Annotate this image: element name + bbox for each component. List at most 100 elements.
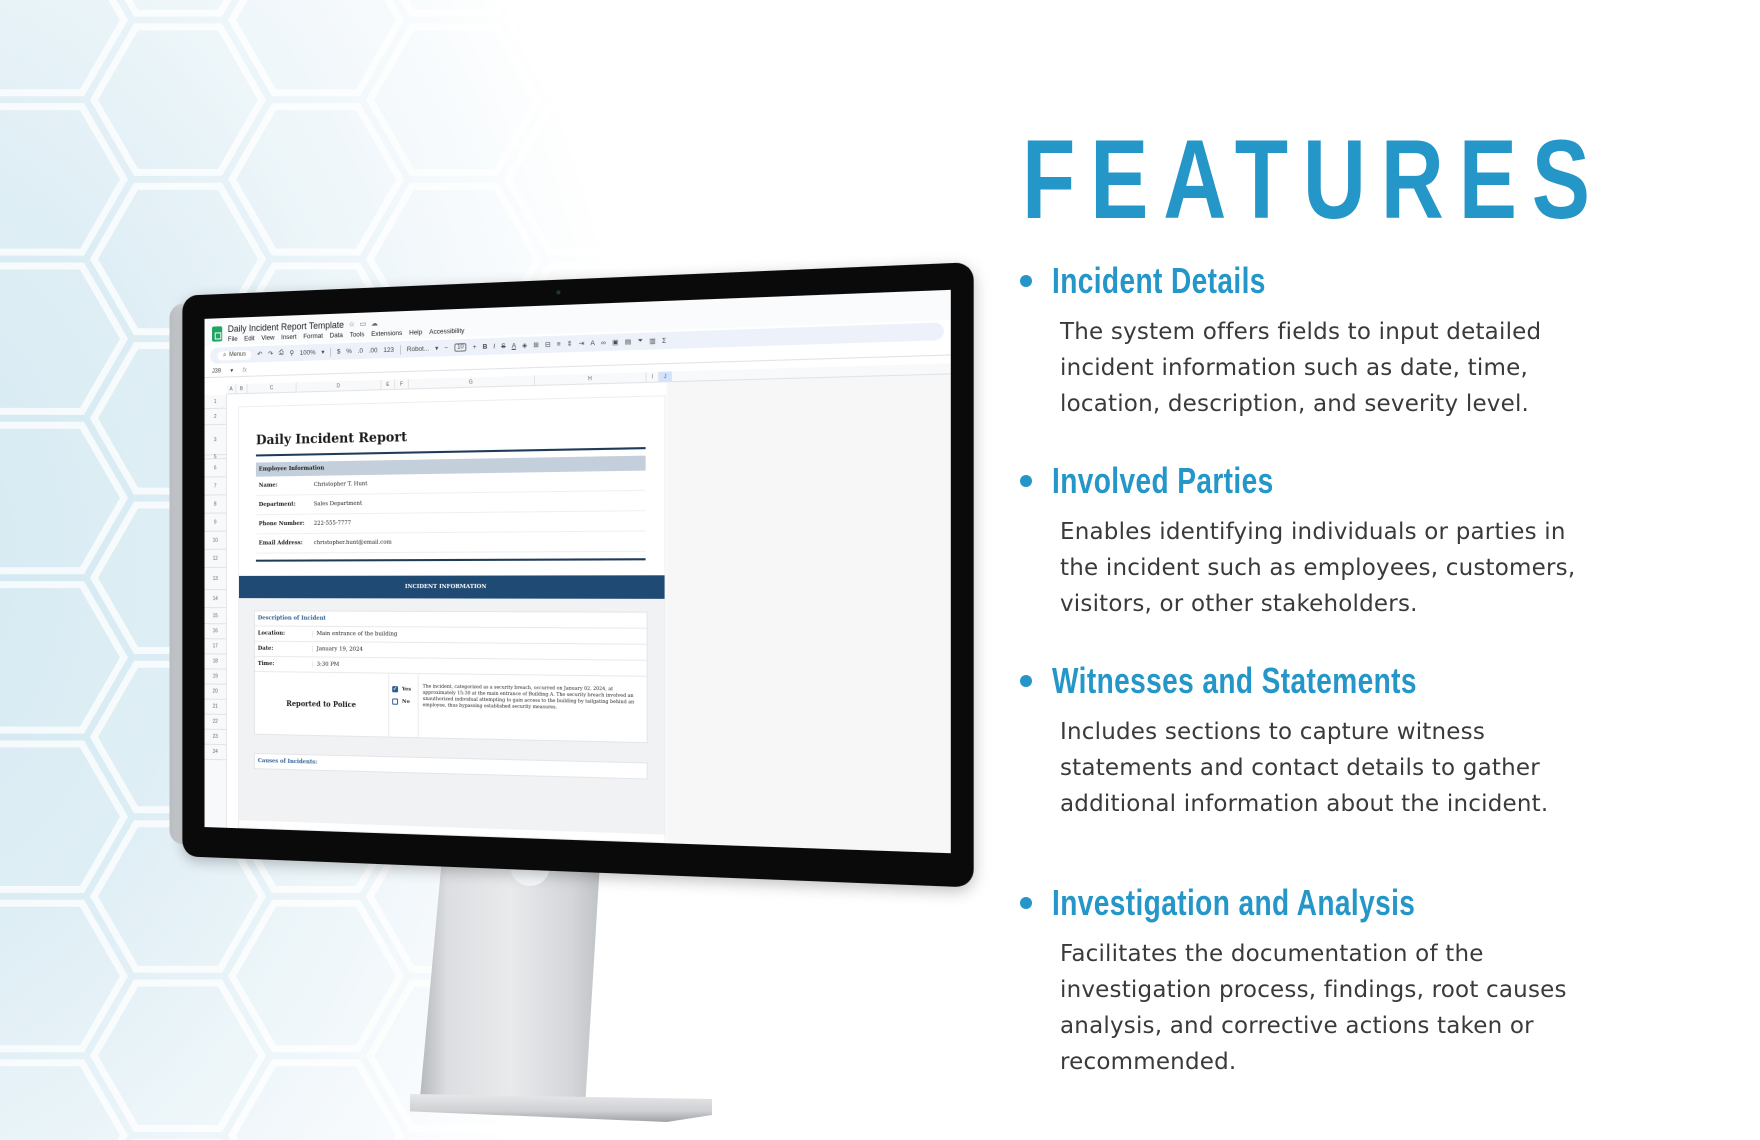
row-header[interactable]: 10 <box>204 531 226 550</box>
column-header[interactable]: I <box>646 371 660 382</box>
field-value[interactable]: christopher.hunt@email.com <box>314 540 392 547</box>
spreadsheet-window: Daily Incident Report Template ☆ ▭ ☁ Fil… <box>204 289 951 854</box>
row-header[interactable]: 17 <box>204 639 226 655</box>
text-color-icon[interactable]: A <box>512 342 516 349</box>
menu-edit[interactable]: Edit <box>244 335 255 342</box>
option-no[interactable]: No <box>392 698 415 705</box>
feature-title: Investigation and Analysis <box>1052 882 1416 923</box>
undo-icon[interactable]: ↶ <box>257 350 262 358</box>
menu-format[interactable]: Format <box>303 333 323 341</box>
row-header[interactable]: 22 <box>204 714 226 731</box>
redo-icon[interactable]: ↷ <box>268 350 273 358</box>
row-header[interactable]: 18 <box>204 654 226 670</box>
name-box[interactable]: J39 <box>212 368 221 374</box>
rotate-icon[interactable]: A <box>590 339 594 347</box>
features-panel: FEATURES Incident Details The system off… <box>1020 120 1720 1075</box>
column-header[interactable]: D <box>296 379 382 392</box>
monitor-bezel: Daily Incident Report Template ☆ ▭ ☁ Fil… <box>182 262 974 888</box>
field-value[interactable]: Christopher T. Hunt <box>314 481 368 488</box>
field-value[interactable]: Main entrance of the building <box>317 631 398 638</box>
menu-view[interactable]: View <box>261 334 274 342</box>
column-header[interactable]: J <box>659 371 672 382</box>
italic-icon[interactable]: I <box>493 343 495 350</box>
align-icon[interactable]: ≡ <box>557 340 561 348</box>
row-header[interactable]: 15 <box>204 608 226 625</box>
font-size-input[interactable]: 10 <box>454 343 467 352</box>
column-header[interactable]: C <box>247 382 297 393</box>
column-header[interactable]: B <box>236 383 248 394</box>
sheet-grid[interactable]: ABCDEFGHIJ 1 2 3 5 6 7 8 9 10 12 13 14 15 16 17 18 19 20 2… <box>204 363 951 854</box>
field-value[interactable]: 3:30 PM <box>317 662 340 668</box>
field-value[interactable]: January 19, 2024 <box>317 646 363 653</box>
percent-button[interactable]: % <box>346 347 352 354</box>
row-header[interactable]: 6 <box>204 459 226 478</box>
column-header[interactable]: A <box>226 384 237 394</box>
menu-tools[interactable]: Tools <box>350 331 365 339</box>
feature-item: Involved Parties Enables identifying ind… <box>1020 460 1720 622</box>
strikethrough-icon[interactable]: S <box>501 342 505 349</box>
column-header[interactable]: G <box>408 375 535 389</box>
comment-icon[interactable]: ▣ <box>612 338 618 347</box>
print-icon[interactable]: ⎙ <box>279 349 284 357</box>
row-header[interactable]: 21 <box>204 699 226 715</box>
font-select[interactable]: Robot... <box>407 345 429 353</box>
feature-description: Facilitates the documentation of the inv… <box>1060 941 1567 1075</box>
no-label: No <box>401 698 410 705</box>
star-icon[interactable]: ☆ <box>349 320 355 328</box>
no-checkbox[interactable] <box>392 698 399 705</box>
employee-field-row: Phone Number: 222-555-7777 <box>255 511 646 535</box>
field-value[interactable]: Sales Department <box>314 501 362 508</box>
row-header[interactable]: 13 <box>204 567 226 591</box>
yes-checkbox[interactable]: ✓ <box>392 686 399 693</box>
column-header[interactable]: H <box>534 372 647 385</box>
decrease-decimal-button[interactable]: .0 <box>358 347 363 354</box>
font-size-increase-button[interactable]: + <box>473 343 477 350</box>
filter-views-icon[interactable]: ▥ <box>649 337 655 346</box>
row-header[interactable]: 7 <box>204 477 226 496</box>
menu-accessibility[interactable]: Accessibility <box>429 328 464 337</box>
zoom-select[interactable]: 100% <box>300 349 316 357</box>
row-header[interactable]: 3 <box>204 424 226 456</box>
option-yes[interactable]: ✓ Yes <box>392 686 415 693</box>
row-header[interactable]: 2 <box>204 408 226 426</box>
row-header[interactable]: 1 <box>204 394 226 410</box>
valign-icon[interactable]: ⇕ <box>567 339 573 349</box>
bold-icon[interactable]: B <box>483 343 488 350</box>
empty-cells-area[interactable] <box>666 374 951 854</box>
row-header[interactable]: 23 <box>204 729 226 746</box>
row-header[interactable]: 20 <box>204 684 226 700</box>
menu-help[interactable]: Help <box>409 329 422 337</box>
menu-insert[interactable]: Insert <box>281 334 296 342</box>
wrap-icon[interactable]: ⇥ <box>579 339 585 348</box>
row-header[interactable]: 12 <box>204 549 226 568</box>
cloud-icon[interactable]: ☁ <box>371 319 378 327</box>
paint-format-icon[interactable]: ⚲ <box>289 349 294 357</box>
menus-search[interactable]: ⌕ Menus <box>217 349 252 361</box>
number-format-button[interactable]: 123 <box>383 346 394 354</box>
row-header[interactable]: 14 <box>204 590 226 609</box>
menu-extensions[interactable]: Extensions <box>371 330 402 338</box>
row-header[interactable]: 24 <box>204 744 226 761</box>
font-size-decrease-button[interactable]: − <box>444 344 448 351</box>
functions-icon[interactable]: Σ <box>662 337 666 345</box>
link-icon[interactable]: ∞ <box>601 339 606 347</box>
row-header[interactable]: 9 <box>204 513 226 532</box>
column-header[interactable]: E <box>381 379 396 390</box>
row-header[interactable]: 16 <box>204 624 226 640</box>
field-value[interactable]: 222-555-7777 <box>314 520 351 526</box>
row-header[interactable]: 19 <box>204 669 226 685</box>
chart-icon[interactable]: ▤ <box>625 337 631 347</box>
merge-cells-icon[interactable]: ⊟ <box>545 340 551 349</box>
folder-icon[interactable]: ▭ <box>360 320 366 328</box>
currency-button[interactable]: $ <box>337 348 340 355</box>
menu-file[interactable]: File <box>228 336 238 343</box>
increase-decimal-button[interactable]: .00 <box>369 347 378 354</box>
filter-icon[interactable]: ⏷ <box>638 337 643 346</box>
menu-data[interactable]: Data <box>330 332 343 340</box>
column-header[interactable]: F <box>395 379 409 389</box>
fill-color-icon[interactable]: ◈ <box>522 341 527 350</box>
field-label: Date: <box>257 645 313 653</box>
sheets-logo-icon[interactable] <box>211 326 223 342</box>
borders-icon[interactable]: ⊞ <box>533 341 539 350</box>
row-header[interactable]: 8 <box>204 495 226 514</box>
